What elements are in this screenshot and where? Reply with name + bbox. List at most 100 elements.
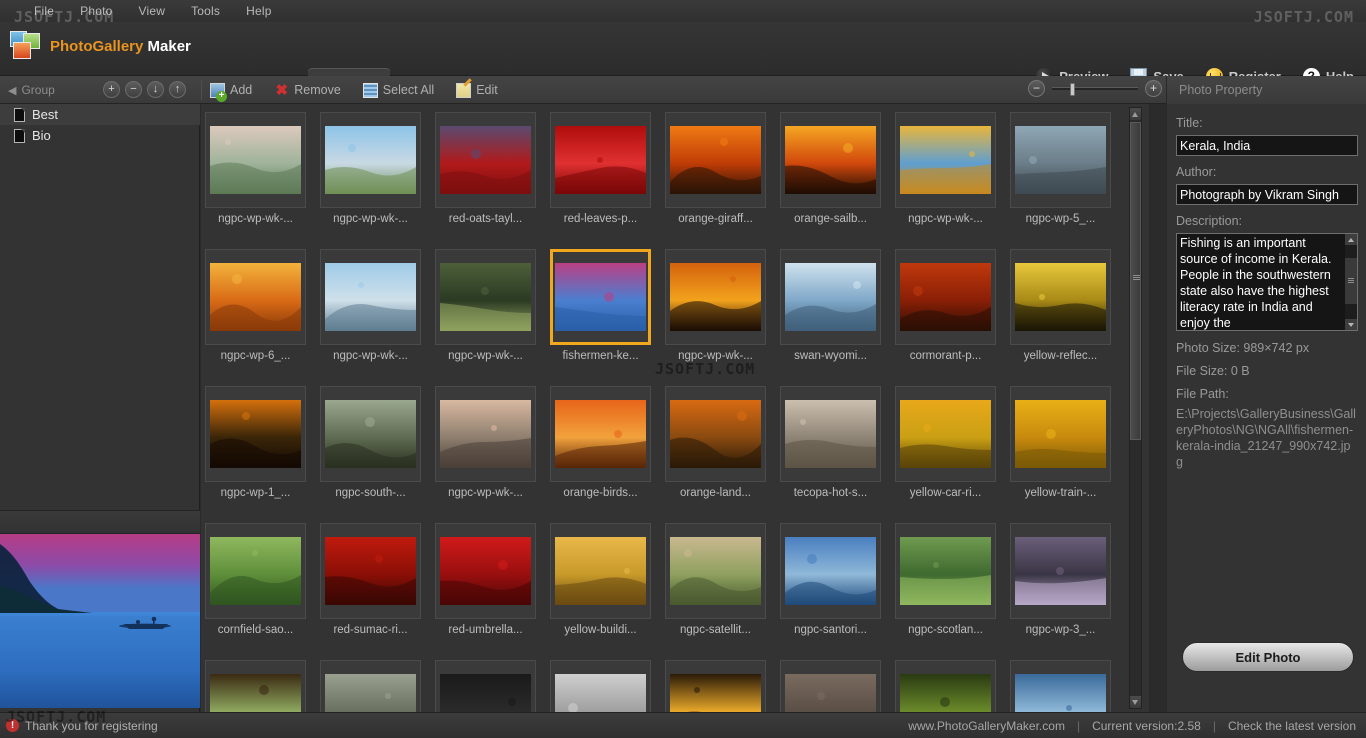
photo-cell[interactable]: cormorant-p... [895,249,996,362]
edit-photo-toolbar-button[interactable]: Edit [456,82,498,98]
photo-cell[interactable]: orange-land... [665,386,766,499]
photo-thumbnail[interactable] [205,112,306,208]
move-group-up-button[interactable]: ↑ [169,81,186,98]
grid-scrollbar[interactable] [1129,107,1142,709]
menu-item-photo[interactable]: Photo [80,4,112,18]
photo-cell[interactable] [665,660,766,712]
photo-cell[interactable] [320,660,421,712]
photo-cell[interactable]: ngpc-scotlan... [895,523,996,636]
photo-cell[interactable] [780,660,881,712]
photo-thumbnail[interactable] [550,386,651,482]
photo-thumbnail[interactable] [435,112,536,208]
title-input[interactable] [1176,135,1358,156]
photo-thumbnail[interactable] [1010,112,1111,208]
photo-cell[interactable]: ngpc-wp-6_... [205,249,306,362]
author-input[interactable] [1176,184,1358,205]
photo-cell[interactable]: yellow-reflec... [1010,249,1111,362]
sidebar-item-best[interactable]: Best [0,104,200,125]
zoom-slider-thumb[interactable] [1070,83,1075,96]
photo-thumbnail[interactable] [435,386,536,482]
add-photo-button[interactable]: Add [210,82,252,102]
photo-cell[interactable]: red-sumac-ri... [320,523,421,636]
photo-cell[interactable]: ngpc-wp-wk-... [320,249,421,362]
photo-cell[interactable] [205,660,306,712]
photo-thumbnail[interactable] [780,249,881,345]
photo-thumbnail[interactable] [895,523,996,619]
photo-thumbnail[interactable] [1010,386,1111,482]
photo-thumbnail[interactable] [550,660,651,712]
photo-cell[interactable]: ngpc-south-... [320,386,421,499]
photo-cell[interactable]: ngpc-wp-wk-... [320,112,421,225]
website-link[interactable]: www.PhotoGalleryMaker.com [908,719,1065,733]
photo-cell[interactable]: ngpc-wp-1_... [205,386,306,499]
description-textarea[interactable]: Fishing is an important source of income… [1176,233,1358,331]
photo-thumbnail[interactable] [550,249,651,345]
photo-thumbnail[interactable] [895,249,996,345]
photo-cell[interactable]: ngpc-wp-wk-... [435,386,536,499]
photo-cell[interactable] [550,660,651,712]
photo-cell[interactable] [1010,660,1111,712]
zoom-out-button[interactable]: − [1028,80,1045,97]
photo-cell[interactable] [435,660,536,712]
photo-thumbnail[interactable] [1010,249,1111,345]
photo-cell[interactable]: orange-giraff... [665,112,766,225]
photo-thumbnail[interactable] [320,660,421,712]
photo-cell[interactable]: cornfield-sao... [205,523,306,636]
menu-item-tools[interactable]: Tools [191,4,220,18]
photo-cell[interactable]: yellow-buildi... [550,523,651,636]
photo-cell[interactable]: ngpc-wp-wk-... [665,249,766,362]
photo-thumbnail[interactable] [1010,660,1111,712]
description-scroll-down-button[interactable] [1345,319,1357,330]
photo-thumbnail[interactable] [205,523,306,619]
photo-thumbnail[interactable] [320,523,421,619]
scroll-thumb[interactable] [1130,122,1141,440]
photo-thumbnail[interactable] [550,112,651,208]
photo-cell[interactable]: fishermen-ke... [550,249,651,362]
menu-item-view[interactable]: View [139,4,166,18]
photo-cell[interactable]: ngpc-satellit... [665,523,766,636]
move-group-down-button[interactable]: ↓ [147,81,164,98]
photo-cell[interactable]: ngpc-wp-wk-... [435,249,536,362]
sidebar-item-bio[interactable]: Bio [0,125,200,146]
scroll-up-button[interactable] [1130,108,1141,120]
photo-thumbnail[interactable] [1010,523,1111,619]
scroll-down-button[interactable] [1130,696,1141,708]
photo-cell[interactable]: swan-wyomi... [780,249,881,362]
photo-thumbnail[interactable] [895,112,996,208]
photo-cell[interactable]: yellow-car-ri... [895,386,996,499]
photo-thumbnail[interactable] [665,112,766,208]
photo-cell[interactable]: red-umbrella... [435,523,536,636]
photo-cell[interactable]: ngpc-wp-3_... [1010,523,1111,636]
photo-cell[interactable]: tecopa-hot-s... [780,386,881,499]
photo-thumbnail[interactable] [320,112,421,208]
photo-thumbnail[interactable] [780,386,881,482]
photo-thumbnail[interactable] [895,386,996,482]
photo-cell[interactable]: ngpc-wp-5_... [1010,112,1111,225]
photo-thumbnail[interactable] [665,523,766,619]
menu-item-file[interactable]: File [34,4,54,18]
edit-photo-button[interactable]: Edit Photo [1182,642,1354,672]
photo-cell[interactable]: red-leaves-p... [550,112,651,225]
menu-item-help[interactable]: Help [246,4,271,18]
description-scrollbar[interactable] [1345,234,1357,330]
photo-thumbnail[interactable] [665,249,766,345]
photo-thumbnail[interactable] [435,523,536,619]
photo-thumbnail[interactable] [320,249,421,345]
photo-cell[interactable]: orange-sailb... [780,112,881,225]
photo-cell[interactable]: orange-birds... [550,386,651,499]
remove-photo-button[interactable]: ✖ Remove [274,83,340,98]
photo-cell[interactable]: yellow-train-... [1010,386,1111,499]
photo-thumbnail[interactable] [780,523,881,619]
remove-group-button[interactable]: − [125,81,142,98]
photo-cell[interactable]: ngpc-wp-wk-... [895,112,996,225]
photo-cell[interactable]: ngpc-santori... [780,523,881,636]
photo-thumbnail[interactable] [320,386,421,482]
photo-thumbnail[interactable] [895,660,996,712]
photo-thumbnail[interactable] [205,249,306,345]
photo-thumbnail[interactable] [550,523,651,619]
photo-thumbnail[interactable] [435,660,536,712]
description-scroll-thumb[interactable] [1345,258,1357,304]
photo-cell[interactable] [895,660,996,712]
photo-thumbnail[interactable] [435,249,536,345]
photo-thumbnail[interactable] [205,386,306,482]
